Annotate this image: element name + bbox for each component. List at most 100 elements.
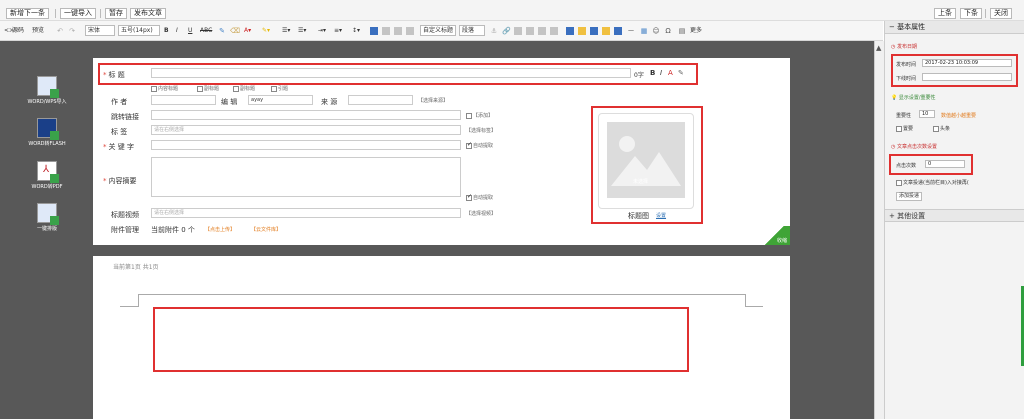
font-size-select[interactable]: 五号(14px) [118, 25, 160, 36]
more-icon[interactable]: ▤ [678, 27, 686, 35]
thumbnail-frame[interactable]: 未选择 [598, 113, 694, 209]
link-icon[interactable]: 🔗 [502, 27, 511, 35]
align-justify-icon[interactable] [406, 27, 414, 35]
collapse-toggle[interactable]: 收缩 [758, 226, 790, 245]
summary-textarea[interactable] [151, 157, 461, 197]
content-page[interactable]: 当前第1页 共1页 [93, 256, 790, 419]
select-video-link[interactable]: 【选择视频】 [466, 210, 496, 217]
headline-checkbox[interactable]: 头条 [933, 125, 950, 132]
word-to-pdf-label: WORD转PDF [31, 184, 63, 190]
other-settings-header[interactable]: + 其他设置 [885, 209, 1024, 222]
align-center-icon[interactable] [382, 27, 390, 35]
undo-icon[interactable]: ↶ [56, 27, 64, 35]
line-height-icon[interactable]: ↕▾ [352, 26, 360, 36]
one-click-layout-tool[interactable]: 一键排版 [17, 203, 77, 232]
paragraph-spacing-icon[interactable]: ≡▾ [334, 26, 342, 36]
title-italic-icon[interactable]: I [660, 69, 662, 77]
flash-convert-icon [37, 118, 59, 140]
editor-input[interactable]: ayay [248, 95, 313, 105]
align-right-icon[interactable] [394, 27, 402, 35]
word-to-pdf-tool[interactable]: WORD转PDF [17, 161, 77, 190]
keyword-auto-extract[interactable]: 自动提取 [466, 141, 493, 149]
source-input[interactable] [348, 95, 413, 105]
importance-input[interactable]: 10 [919, 110, 935, 118]
publish-time-input[interactable]: 2017-02-23 10:03:09 [922, 59, 1012, 67]
offline-time-input[interactable] [922, 73, 1012, 81]
title-option-subtitle-2[interactable]: 副标题 [233, 85, 255, 92]
title-option-subtitle[interactable]: 副标题 [197, 85, 219, 92]
top-action-bar: 新增下一条 一键导入 暂存 发布文章 上条 下条 关闭 [0, 0, 1024, 21]
upload-attachment-link[interactable]: 【点击上传】 [205, 226, 235, 233]
tag-input[interactable]: 请在右侧选择 [151, 125, 461, 135]
attachment-icon[interactable] [578, 27, 586, 35]
ordered-list-icon[interactable]: ☰▾ [282, 26, 290, 36]
title-label: * 标 题 [103, 71, 125, 79]
keyword-input[interactable] [151, 140, 461, 150]
highlight-icon[interactable]: ✎▾ [262, 26, 270, 36]
publish-article-button[interactable]: 发布文章 [130, 8, 166, 19]
title-bold-icon[interactable]: B [650, 69, 655, 77]
word-to-flash-tool[interactable]: WORD转FLASH [17, 118, 77, 147]
title-option-lead[interactable]: 引题 [271, 85, 288, 92]
bold-icon[interactable]: B [164, 26, 169, 36]
align-left-icon[interactable] [370, 27, 378, 35]
code-icon[interactable] [614, 27, 622, 35]
horizontal-rule-icon[interactable]: — [628, 26, 634, 36]
scroll-up-icon[interactable]: ▲ [876, 44, 881, 52]
video-icon[interactable] [590, 27, 598, 35]
redo-icon[interactable]: ↷ [68, 27, 76, 35]
save-draft-button[interactable]: 暂存 [105, 8, 127, 19]
next-article-button[interactable]: 下条 [960, 8, 982, 19]
clear-format-icon[interactable]: ⌫ [230, 27, 240, 35]
thumbnail-settings-link[interactable]: 设置 [656, 212, 666, 219]
select-source-link[interactable]: 【选择来源】 [418, 97, 448, 104]
unordered-list-icon[interactable]: ☰▾ [298, 26, 306, 36]
add-push-button[interactable]: 添加投递 [896, 192, 923, 201]
one-click-import-button[interactable]: 一键导入 [60, 8, 96, 19]
more-button[interactable]: 更多 [690, 26, 702, 36]
indent-icon[interactable]: ⇥▾ [318, 26, 326, 36]
title-color-icon[interactable]: A [668, 69, 673, 77]
summary-auto-extract[interactable]: 自动提取 [466, 193, 493, 201]
title-input[interactable] [151, 68, 631, 78]
title-eraser-icon[interactable]: ✎ [678, 69, 684, 77]
close-button[interactable]: 关闭 [990, 8, 1012, 19]
table-icon[interactable] [526, 27, 534, 35]
word-import-label: WORD/WPS导入 [27, 99, 67, 105]
italic-icon[interactable]: I [176, 26, 178, 36]
unlink-icon[interactable] [514, 27, 522, 35]
special-char-icon[interactable]: Ω [664, 27, 672, 35]
basic-properties-header[interactable]: − 基本属性 [885, 21, 1024, 34]
format-painter-icon[interactable]: ✎ [218, 27, 226, 35]
add-jump-link[interactable]: 【添加】 [466, 112, 493, 119]
title-option-content[interactable]: 内容标题 [151, 85, 178, 92]
word-import-tool[interactable]: WORD/WPS导入 [17, 76, 77, 105]
paragraph-select[interactable]: 段落 [459, 25, 485, 36]
source-button[interactable]: 源码 [12, 26, 24, 36]
title-video-input[interactable]: 请在右侧选择 [151, 208, 461, 218]
underline-icon[interactable]: U [188, 26, 192, 36]
row-icon[interactable] [538, 27, 546, 35]
cloud-library-link[interactable]: 【云文件库】 [251, 226, 281, 233]
page-margin-line [745, 306, 763, 307]
important-checkbox[interactable]: 置要 [896, 125, 913, 132]
music-icon[interactable] [602, 27, 610, 35]
font-family-select[interactable]: 宋体 [85, 25, 115, 36]
preview-button[interactable]: 预览 [32, 26, 44, 36]
date-icon[interactable]: ▦ [640, 27, 648, 35]
emoticon-icon[interactable]: ☺ [652, 27, 660, 35]
anchor-icon[interactable]: ⚓ [490, 27, 498, 35]
article-push-option[interactable]: 文章投递(当前栏目)入对接再( [896, 179, 969, 186]
author-input[interactable] [151, 95, 216, 105]
prev-article-button[interactable]: 上条 [934, 8, 956, 19]
font-color-icon[interactable]: A▾ [244, 26, 251, 36]
new-next-button[interactable]: 新增下一条 [6, 8, 49, 19]
vertical-scrollbar[interactable]: ▲ [874, 41, 884, 419]
custom-heading-select[interactable]: 自定义标题 [420, 25, 456, 36]
column-icon[interactable] [550, 27, 558, 35]
strikethrough-icon[interactable]: ABC [200, 26, 212, 36]
click-count-input[interactable]: 0 [925, 160, 965, 168]
jump-link-input[interactable] [151, 110, 461, 120]
select-tag-link[interactable]: 【选择标签】 [466, 127, 496, 134]
image-icon[interactable] [566, 27, 574, 35]
